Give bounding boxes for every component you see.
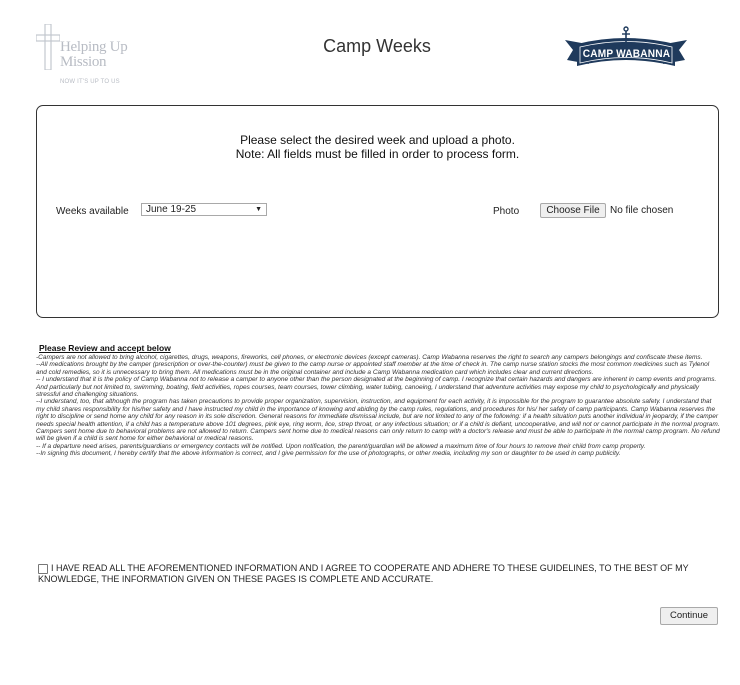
helping-up-mission-logo: Helping Up Mission NOW IT'S UP TO US (34, 24, 146, 90)
right-logo-name: CAMP WABANNA (582, 48, 671, 60)
continue-button[interactable]: Continue (660, 607, 718, 625)
camp-week-form: Please select the desired week and uploa… (36, 105, 719, 318)
agree-checkbox[interactable] (38, 564, 48, 574)
terms-item: --In signing this document, I hereby cer… (36, 450, 621, 458)
agreement-text: I HAVE READ ALL THE AFOREMENTIONED INFOR… (38, 563, 689, 584)
agreement-row: I HAVE READ ALL THE AFOREMENTIONED INFOR… (38, 563, 708, 585)
weeks-available-label: Weeks available (56, 206, 129, 217)
file-status-text: No file chosen (610, 205, 674, 216)
left-logo-tagline: NOW IT'S UP TO US (60, 79, 120, 85)
terms-item: --I understand, too, that although the p… (36, 398, 720, 443)
camp-wabanna-logo: CAMP WABANNA (563, 26, 689, 80)
terms-item: -Campers are not allowed to bring alcoho… (36, 354, 703, 361)
form-instructions: Please select the desired week and uploa… (37, 133, 718, 161)
photo-label: Photo (493, 206, 520, 217)
instruction-line-1: Please select the desired week and uploa… (240, 133, 515, 147)
choose-file-button[interactable]: Choose File (540, 203, 606, 218)
terms-item: -- I understand that it is the policy of… (36, 376, 717, 399)
instruction-line-2: Note: All fields must be filled in order… (235, 147, 520, 161)
weeks-selected-value: June 19-25 (146, 204, 197, 215)
weeks-available-select[interactable]: June 19-25 ▼ (141, 203, 267, 216)
terms-item: --All medications brought by the camper … (36, 361, 710, 376)
dropdown-arrow-icon: ▼ (255, 206, 262, 213)
terms-heading: Please Review and accept below (39, 343, 171, 353)
terms-body: -Campers are not allowed to bring alcoho… (36, 354, 720, 458)
anchor-icon (622, 26, 630, 43)
terms-item: -- If a departure need arises, parents/g… (36, 442, 646, 450)
